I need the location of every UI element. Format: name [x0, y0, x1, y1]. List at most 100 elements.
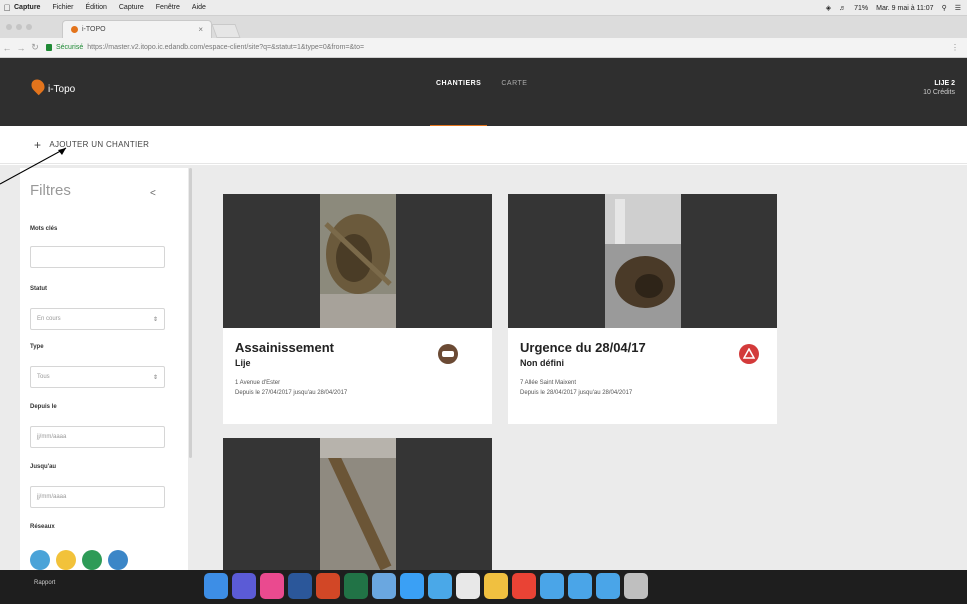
to-date-label: Jusqu'au — [30, 464, 57, 470]
networks-label: Réseaux — [30, 524, 55, 530]
keywords-input[interactable] — [30, 246, 165, 268]
clock[interactable]: Mar. 9 mai à 11:07 — [876, 5, 933, 12]
excel-icon[interactable] — [344, 573, 368, 599]
trash-icon[interactable] — [624, 573, 648, 599]
screen:  Capture Fichier Édition Capture Fenêtr… — [0, 0, 967, 604]
site-card[interactable]: Assainissement Lije 1 Avenue d'Ester Dep… — [223, 194, 492, 424]
menu-list-icon[interactable]: ☰ — [955, 4, 961, 12]
forward-icon[interactable]: → — [14, 43, 28, 53]
site-photo-image — [320, 194, 396, 328]
user-menu[interactable]: LIJE 2 10 Crédits — [923, 80, 955, 96]
back-icon[interactable]: ← — [0, 43, 14, 53]
window-controls — [6, 24, 32, 30]
site-card[interactable] — [223, 438, 492, 572]
from-date-label: Depuis le — [30, 404, 57, 410]
sewer-badge-icon — [438, 344, 458, 364]
browser-tab[interactable]: i-TOPO × — [62, 20, 212, 38]
macos-dock: Rapport — [0, 570, 967, 604]
network-telecom-toggle[interactable] — [82, 550, 102, 570]
word-icon[interactable] — [288, 573, 312, 599]
tab-title: i-TOPO — [82, 26, 106, 33]
type-label: Type — [30, 344, 44, 350]
apple-icon[interactable]:  — [0, 3, 14, 13]
menu-capture[interactable]: Capture — [119, 4, 144, 11]
to-date-input[interactable]: jj/mm/aaaa — [30, 486, 165, 508]
close-window-button[interactable] — [6, 24, 12, 30]
status-value: En cours — [37, 316, 61, 322]
folder-icon[interactable] — [540, 573, 564, 599]
tab-chantiers[interactable]: CHANTIERS — [429, 80, 488, 128]
close-tab-icon[interactable]: × — [198, 25, 203, 34]
menu-app[interactable]: Capture — [14, 4, 40, 11]
menu-edition[interactable]: Édition — [85, 4, 106, 11]
browser-toolbar: ← → ↻ Sécurisé https://master.v2.itopo.i… — [0, 38, 967, 58]
url-text[interactable]: https://master.v2.itopo.ic.edandb.com/es… — [87, 44, 364, 51]
folder-icon[interactable] — [568, 573, 592, 599]
finder-icon[interactable] — [204, 573, 228, 599]
chrome-icon[interactable] — [512, 573, 536, 599]
safari-icon[interactable] — [428, 573, 452, 599]
card-title: Assainissement — [235, 340, 334, 355]
card-subtitle: Lije — [235, 358, 251, 368]
zoom-window-button[interactable] — [26, 24, 32, 30]
reload-icon[interactable]: ↻ — [28, 42, 42, 53]
add-site-bar: + AJOUTER UN CHANTIER — [0, 126, 967, 164]
network-gas-toggle[interactable] — [108, 550, 128, 570]
collapse-filters-button[interactable]: < — [150, 188, 156, 199]
preview-icon[interactable] — [372, 573, 396, 599]
site-card[interactable]: Urgence du 28/04/17 Non défini 7 Allée S… — [508, 194, 777, 424]
tab-carte[interactable]: CARTE — [501, 80, 527, 87]
type-select[interactable]: Tous ⇕ — [30, 366, 165, 388]
folder-icon[interactable] — [596, 573, 620, 599]
keywords-label: Mots clés — [30, 226, 58, 232]
photos-icon[interactable] — [484, 573, 508, 599]
main-nav: CHANTIERS CARTE — [429, 80, 527, 128]
calendar-icon[interactable] — [456, 573, 480, 599]
site-photo — [223, 194, 492, 328]
site-photo — [223, 438, 492, 572]
annotation-arrow — [0, 147, 67, 185]
user-credits: 10 Crédits — [923, 89, 955, 96]
minimize-window-button[interactable] — [16, 24, 22, 30]
network-electric-toggle[interactable] — [56, 550, 76, 570]
menu-aide[interactable]: Aide — [192, 4, 206, 11]
status-label: Statut — [30, 286, 47, 292]
address-bar[interactable]: Sécurisé https://master.v2.itopo.ic.edan… — [46, 44, 364, 51]
menu-fenetre[interactable]: Fenêtre — [156, 4, 180, 11]
battery-percent[interactable]: 71% — [854, 5, 868, 12]
card-dates: Depuis le 27/04/2017 jusqu'au 28/04/2017 — [235, 390, 348, 396]
volume-icon[interactable]: ♬ — [839, 5, 846, 12]
new-tab-button[interactable] — [211, 24, 241, 38]
user-name[interactable]: LIJE 2 — [923, 80, 955, 87]
itunes-icon[interactable] — [260, 573, 284, 599]
site-photo-image — [320, 438, 396, 572]
network-water-toggle[interactable] — [30, 550, 50, 570]
dock-icons — [204, 573, 648, 599]
status-select[interactable]: En cours ⇕ — [30, 308, 165, 330]
card-address: 1 Avenue d'Ester — [235, 380, 281, 386]
menu-fichier[interactable]: Fichier — [52, 4, 73, 11]
menu-icon[interactable]: ⋮ — [951, 43, 959, 52]
search-icon[interactable]: ⚲ — [942, 4, 947, 12]
app-header: i-Topo CHANTIERS CARTE LIJE 2 10 Crédits — [0, 58, 967, 128]
from-date-placeholder: jj/mm/aaaa — [37, 434, 67, 440]
card-subtitle: Non défini — [520, 358, 564, 368]
wifi-icon[interactable]: ◈ — [826, 4, 831, 12]
filters-sidebar: Filtres < Mots clés Statut En cours ⇕ Ty… — [20, 168, 188, 570]
site-photo-image — [605, 194, 681, 328]
select-arrows-icon: ⇕ — [152, 316, 158, 323]
logo-text: i-Topo — [48, 84, 76, 95]
favicon-icon — [71, 26, 78, 33]
from-date-input[interactable]: jj/mm/aaaa — [30, 426, 165, 448]
messages-icon[interactable] — [400, 573, 424, 599]
logo[interactable]: i-Topo — [28, 76, 76, 95]
type-value: Tous — [37, 374, 50, 380]
card-dates: Depuis le 28/04/2017 jusqu'au 28/04/2017 — [520, 390, 633, 396]
sidebar-scrollbar[interactable] — [189, 168, 192, 458]
secure-label: Sécurisé — [56, 44, 84, 51]
siri-icon[interactable] — [232, 573, 256, 599]
card-address: 7 Allée Saint Maixent — [520, 380, 577, 386]
powerpoint-icon[interactable] — [316, 573, 340, 599]
to-date-placeholder: jj/mm/aaaa — [37, 494, 67, 500]
lock-icon — [46, 44, 52, 51]
